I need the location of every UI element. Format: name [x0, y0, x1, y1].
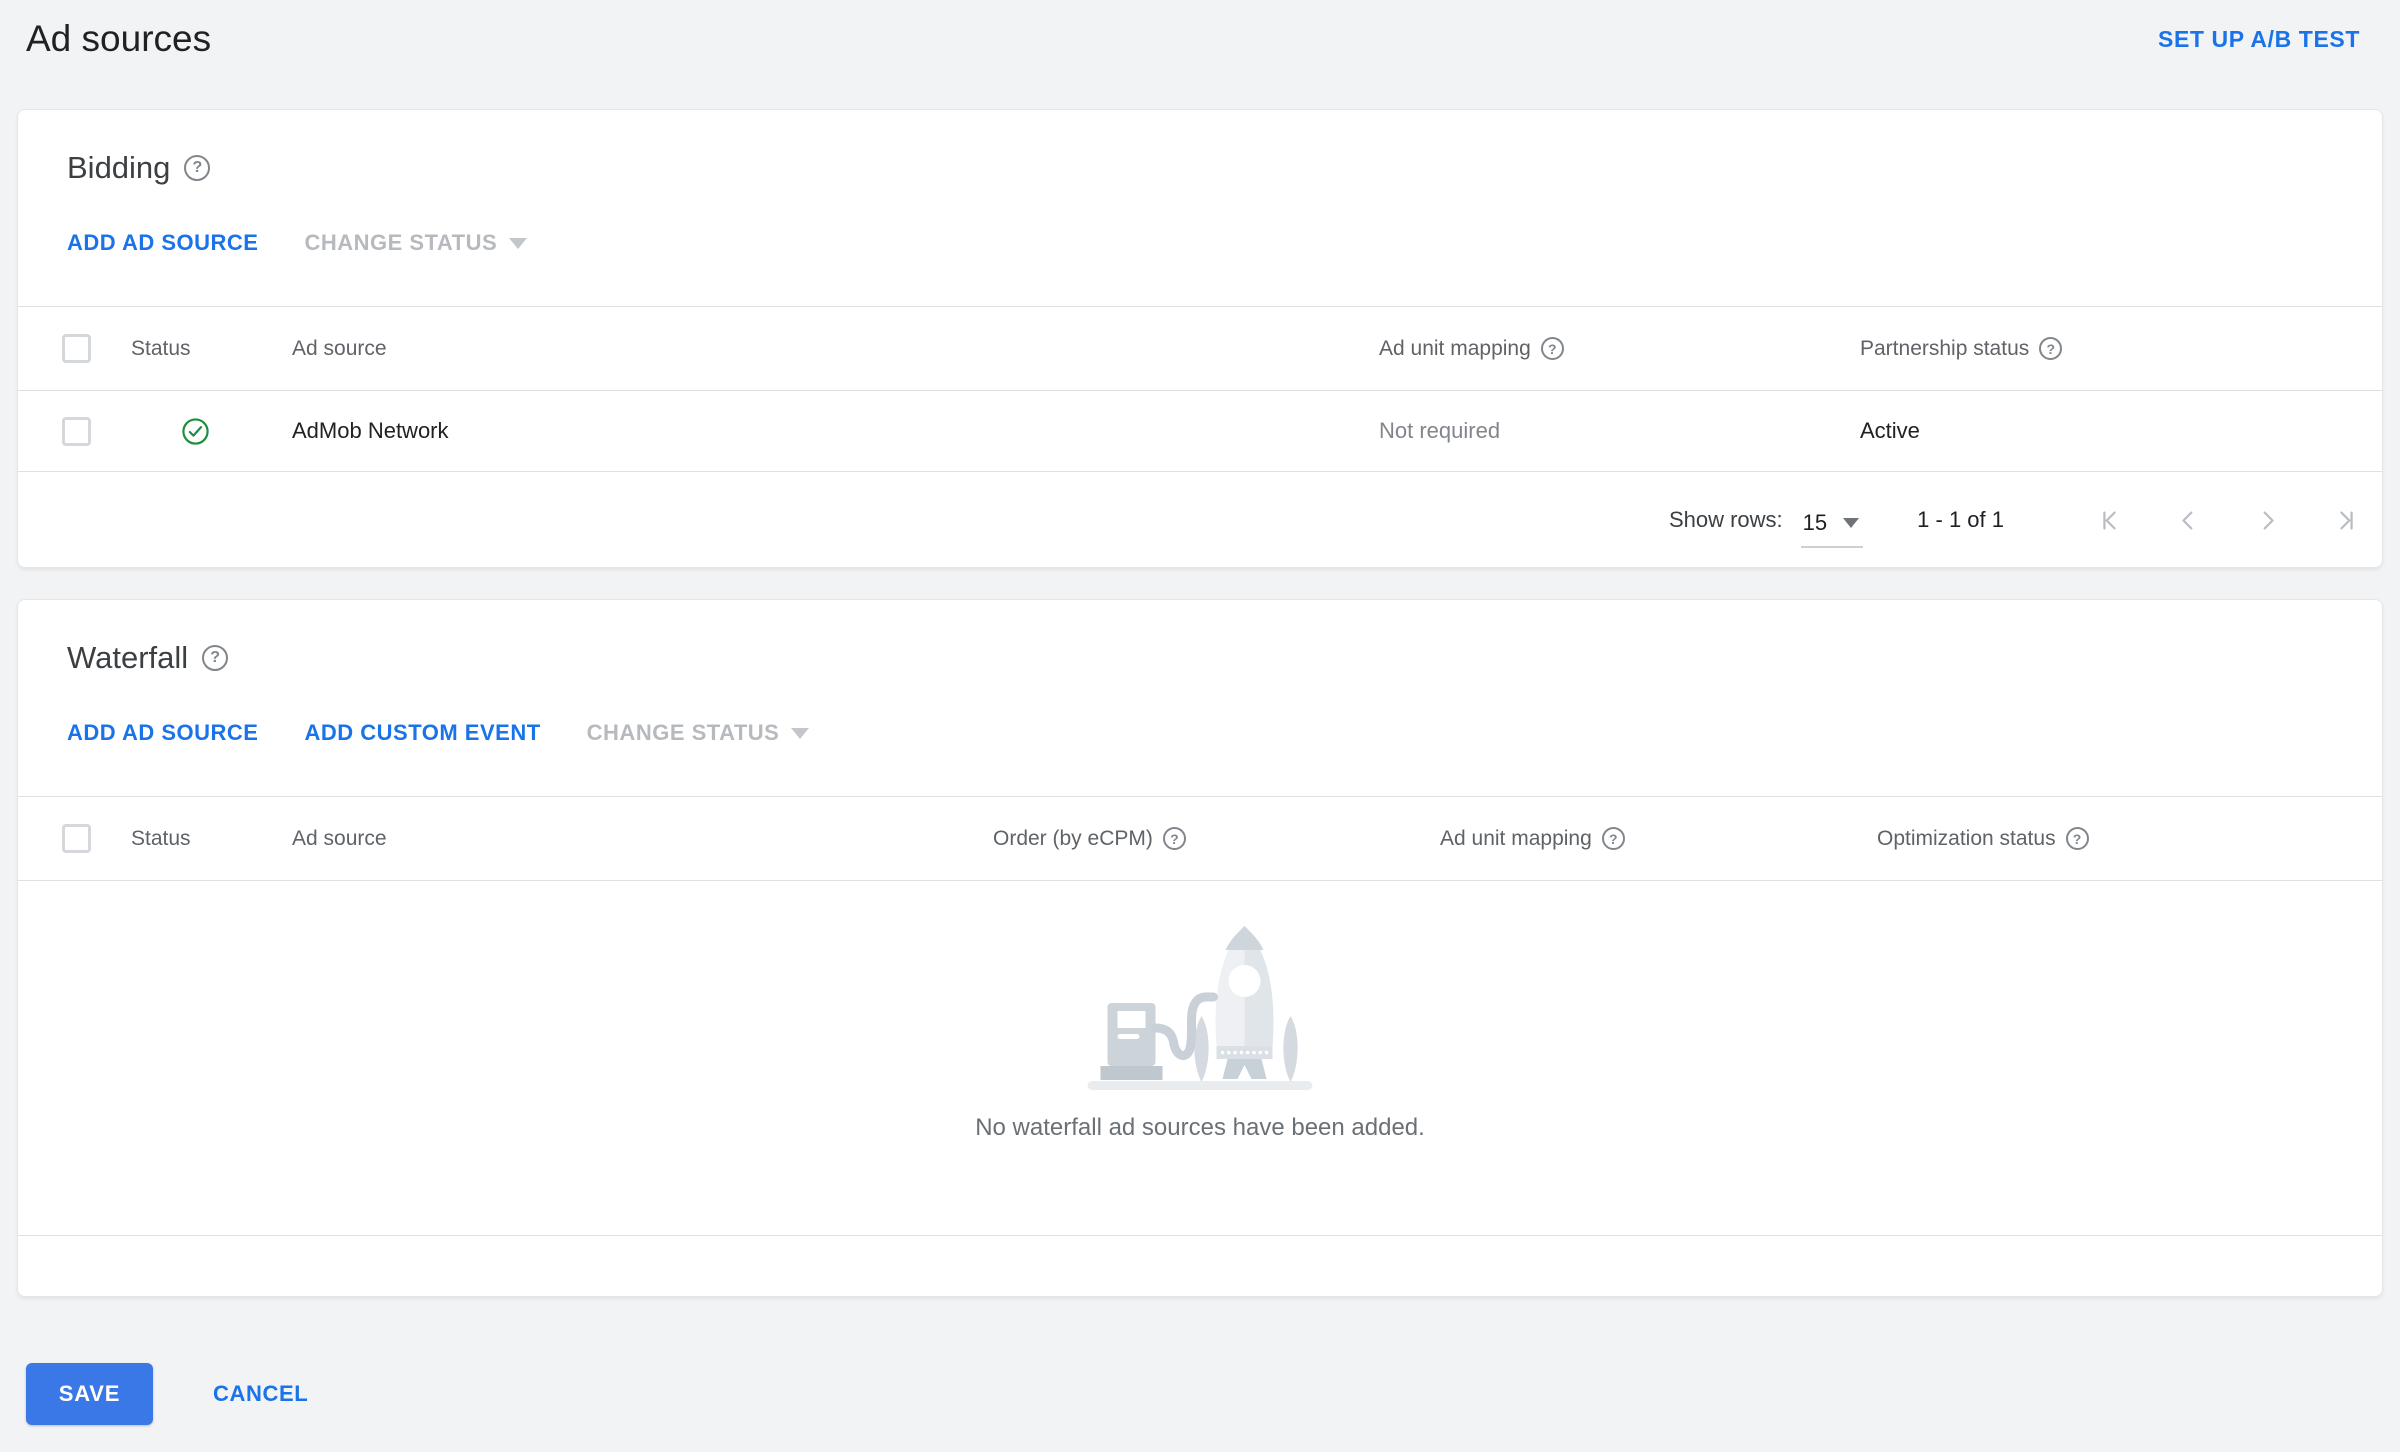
- select-all-checkbox[interactable]: [62, 334, 91, 363]
- row-checkbox[interactable]: [62, 416, 91, 446]
- column-partnership-status: Partnership status ?: [1860, 337, 2382, 361]
- waterfall-actions: ADD AD SOURCE ADD CUSTOM EVENT CHANGE ST…: [67, 718, 2382, 748]
- help-icon[interactable]: ?: [2065, 827, 2089, 850]
- bidding-title: Bidding: [67, 150, 171, 185]
- help-icon[interactable]: ?: [202, 645, 229, 671]
- row-ad-source: AdMob Network: [292, 418, 449, 443]
- column-partnership-status-label: Partnership status: [1860, 336, 2030, 360]
- pager: [2096, 507, 2360, 534]
- bidding-card: Bidding ? ADD AD SOURCE CHANGE STATUS St…: [17, 109, 2383, 568]
- waterfall-empty-state: No waterfall ad sources have been added.: [18, 916, 2382, 1236]
- column-ad-source: Ad source: [292, 336, 387, 360]
- next-page-button[interactable]: [2254, 507, 2281, 534]
- help-icon[interactable]: ?: [1601, 827, 1625, 850]
- help-glyph: ?: [1548, 340, 1557, 357]
- change-status-button[interactable]: CHANGE STATUS: [587, 720, 810, 746]
- help-glyph: ?: [2046, 340, 2056, 357]
- bidding-pagination: Show rows: 15 1 - 1 of 1: [18, 472, 2382, 568]
- column-status: Status: [131, 826, 191, 850]
- page-title: Ad sources: [26, 18, 212, 59]
- pagination-range: 1 - 1 of 1: [1917, 507, 2004, 532]
- waterfall-footer-strip: [18, 1236, 2382, 1332]
- help-icon[interactable]: ?: [1162, 827, 1186, 850]
- empty-state-message: No waterfall ad sources have been added.: [975, 1114, 1425, 1141]
- change-status-label: CHANGE STATUS: [586, 720, 780, 745]
- bidding-actions: ADD AD SOURCE CHANGE STATUS: [67, 228, 2382, 258]
- row-checkbox-cell: [18, 416, 131, 446]
- column-order-label: Order (by eCPM): [993, 826, 1153, 850]
- select-all-checkbox[interactable]: [62, 824, 91, 853]
- row-partnership-status: Active: [1860, 418, 1920, 443]
- column-optimization-status: Optimization status ?: [1877, 827, 2382, 851]
- check-circle-icon: [181, 417, 292, 446]
- bidding-title-row: Bidding ?: [67, 150, 2382, 186]
- previous-page-button[interactable]: [2175, 507, 2202, 534]
- chevron-down-icon: [509, 237, 528, 249]
- column-ad-unit-mapping-label: Ad unit mapping: [1379, 336, 1531, 360]
- waterfall-title: Waterfall: [67, 640, 189, 675]
- show-rows-label: Show rows:: [1668, 507, 1783, 532]
- column-status: Status: [131, 336, 191, 360]
- help-glyph: ?: [192, 159, 203, 176]
- add-ad-source-button[interactable]: ADD AD SOURCE: [67, 720, 258, 746]
- save-button[interactable]: SAVE: [26, 1363, 153, 1425]
- column-ad-unit-mapping: Ad unit mapping ?: [1440, 827, 1877, 851]
- last-page-button[interactable]: [2333, 507, 2360, 534]
- rows-per-page-value: 15: [1802, 510, 1828, 535]
- waterfall-card: Waterfall ? ADD AD SOURCE ADD CUSTOM EVE…: [17, 599, 2383, 1297]
- help-icon[interactable]: ?: [184, 155, 211, 181]
- column-ad-source: Ad source: [292, 826, 387, 850]
- column-ad-unit-mapping: Ad unit mapping ?: [1379, 337, 1860, 361]
- help-glyph: ?: [1170, 830, 1179, 847]
- change-status-label: CHANGE STATUS: [304, 230, 498, 255]
- page-actions: SAVE CANCEL: [26, 1363, 2400, 1425]
- waterfall-title-row: Waterfall ?: [67, 640, 2382, 676]
- bidding-table-header: Status Ad source Ad unit mapping ? Partn…: [18, 306, 2382, 391]
- help-glyph: ?: [1609, 830, 1618, 847]
- row-status-cell: [131, 417, 292, 446]
- waterfall-table-header: Status Ad source Order (by eCPM) ? Ad un…: [18, 796, 2382, 881]
- help-glyph: ?: [2072, 830, 2082, 847]
- rocket-illustration: [1087, 926, 1313, 1090]
- header-checkbox-cell: [18, 824, 131, 853]
- column-order: Order (by eCPM) ?: [993, 827, 1440, 851]
- setup-ab-test-link[interactable]: SET UP A/B TEST: [2158, 26, 2360, 53]
- rows-per-page-select[interactable]: 15: [1800, 508, 1864, 548]
- header-checkbox-cell: [18, 334, 131, 363]
- column-optimization-status-label: Optimization status: [1877, 826, 2056, 850]
- chevron-down-icon: [1843, 518, 1860, 528]
- change-status-button[interactable]: CHANGE STATUS: [304, 230, 528, 256]
- help-icon[interactable]: ?: [2039, 337, 2063, 360]
- column-ad-unit-mapping-label: Ad unit mapping: [1440, 826, 1592, 850]
- add-custom-event-button[interactable]: ADD CUSTOM EVENT: [304, 720, 540, 746]
- row-ad-unit-mapping: Not required: [1379, 418, 1501, 443]
- table-row: AdMob Network Not required Active: [18, 391, 2382, 472]
- first-page-button[interactable]: [2096, 507, 2123, 534]
- page-header: Ad sources SET UP A/B TEST: [0, 0, 2400, 64]
- chevron-down-icon: [791, 727, 810, 739]
- add-ad-source-button[interactable]: ADD AD SOURCE: [67, 230, 258, 256]
- help-glyph: ?: [210, 649, 221, 666]
- help-icon[interactable]: ?: [1540, 337, 1564, 360]
- cancel-button[interactable]: CANCEL: [213, 1381, 308, 1407]
